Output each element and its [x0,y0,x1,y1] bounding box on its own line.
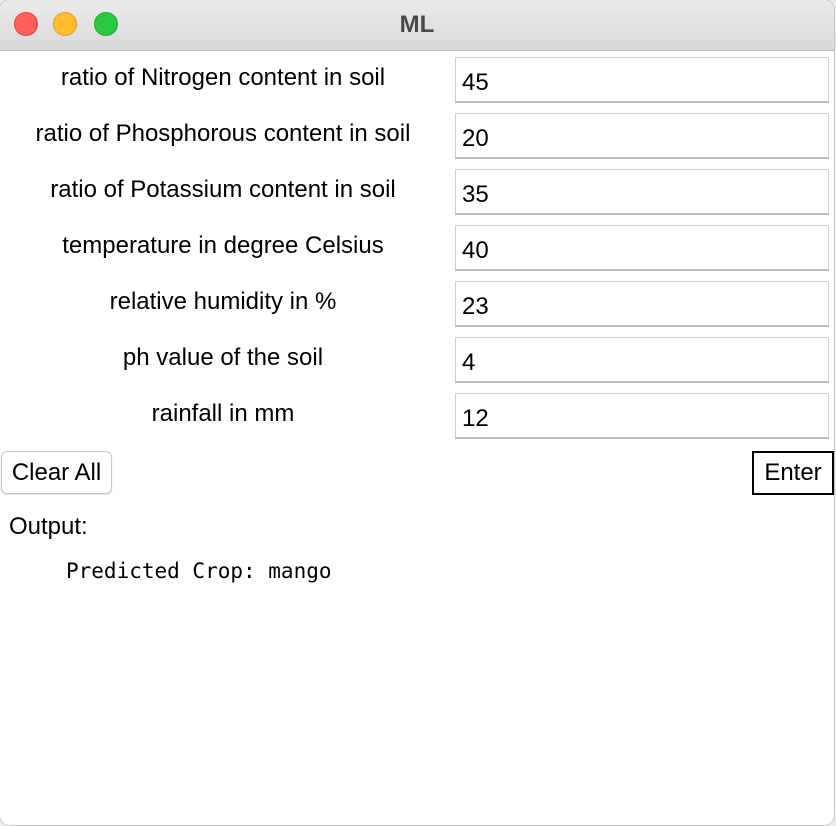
nitrogen-input[interactable] [455,57,829,103]
rainfall-label: rainfall in mm [151,400,295,427]
phosphorous-label: ratio of Phosphorous content in soil [35,120,411,147]
humidity-input[interactable] [455,281,829,327]
enter-button[interactable]: Enter [752,451,834,495]
ph-input[interactable] [455,337,829,383]
clear-all-button[interactable]: Clear All [1,451,112,494]
title-bar[interactable]: ML [0,0,834,51]
window-title: ML [399,11,435,38]
prediction-output: Predicted Crop: mango [66,559,332,583]
nitrogen-label: ratio of Nitrogen content in soil [60,64,386,91]
output-label: Output: [9,513,88,540]
phosphorous-input[interactable] [455,113,829,159]
potassium-label: ratio of Potassium content in soil [50,176,396,203]
ph-label: ph value of the soil [122,344,324,371]
temperature-label: temperature in degree Celsius [62,232,384,259]
humidity-label: relative humidity in % [109,288,337,315]
potassium-input[interactable] [455,169,829,215]
rainfall-input[interactable] [455,393,829,439]
temperature-input[interactable] [455,225,829,271]
app-window: ML ratio of Nitrogen content in soil rat… [0,0,834,825]
